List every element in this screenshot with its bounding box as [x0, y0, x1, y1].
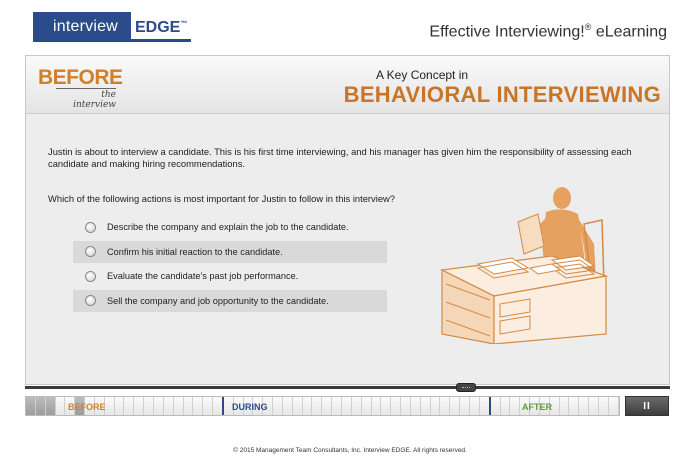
interview-edge-logo: interview EDGE™ [33, 12, 192, 42]
timeline-segment [608, 397, 619, 415]
app-title: Effective Interviewing!® eLearning [429, 22, 667, 41]
timeline-segment [361, 397, 372, 415]
timeline-segment [213, 397, 224, 415]
timeline-segment [144, 397, 154, 415]
answer-option-label: Confirm his initial reaction to the cand… [107, 246, 283, 257]
concept-title: BEHAVIORAL INTERVIEWING [343, 82, 661, 107]
timeline-segment [469, 397, 480, 415]
timeline-segment [134, 397, 145, 415]
timeline-segment [430, 397, 441, 415]
timeline-segment [55, 397, 66, 415]
timeline-segment [500, 397, 511, 415]
answer-option[interactable]: Confirm his initial reaction to the cand… [73, 240, 387, 263]
timeline-segment [479, 397, 491, 415]
progress-scrubber[interactable] [456, 383, 476, 392]
timeline-segment [26, 397, 36, 415]
timeline-segment [342, 397, 352, 415]
timeline-segment [193, 397, 204, 415]
timeline-segment [510, 397, 521, 415]
radio-button[interactable] [85, 295, 96, 306]
answer-option[interactable]: Describe the company and explain the job… [73, 216, 387, 238]
concept-intro: A Key Concept in [376, 68, 469, 82]
timeline-segment [559, 397, 570, 415]
timeline-segment [401, 397, 411, 415]
logo-text-edge: EDGE™ [131, 12, 192, 42]
timeline-segment [598, 397, 609, 415]
section-subtitle: the interview [56, 88, 116, 110]
timeline-segment [351, 397, 362, 415]
answer-option-label: Sell the company and job opportunity to … [107, 295, 329, 306]
before-interview-logo: BEFORE the interview [38, 66, 123, 110]
answer-options: Describe the company and explain the job… [73, 216, 387, 314]
timeline-segment [312, 397, 323, 415]
timeline-segment [163, 397, 174, 415]
timeline-segment [282, 397, 293, 415]
timeline-segment [322, 397, 333, 415]
pause-button[interactable]: II [625, 396, 669, 416]
progress-track[interactable] [25, 386, 670, 389]
timeline-segment [579, 397, 590, 415]
timeline-segment [45, 397, 56, 415]
timeline-segment [292, 397, 303, 415]
timeline-segment [153, 397, 164, 415]
timeline-segment [420, 397, 431, 415]
elearning-player: interview EDGE™ Effective Interviewing!®… [0, 0, 700, 463]
answer-option[interactable]: Sell the company and job opportunity to … [73, 289, 387, 312]
timeline-segment [450, 397, 461, 415]
timeline-segment [391, 397, 402, 415]
timeline-segment [273, 397, 283, 415]
timeline-segment [332, 397, 342, 415]
pause-icon: II [643, 400, 651, 412]
answer-option[interactable]: Evaluate the candidate's past job perfor… [73, 265, 387, 287]
course-timeline[interactable]: BEFORE DURING AFTER [25, 396, 620, 416]
answer-option-label: Evaluate the candidate's past job perfor… [107, 271, 299, 281]
timeline-segment [183, 397, 194, 415]
slide-panel: BEFORE the interview A Key Concept in BE… [25, 55, 670, 385]
scenario-text: Justin is about to interview a candidate… [48, 146, 632, 169]
timeline-segment [173, 397, 184, 415]
timeline-label-before[interactable]: BEFORE [68, 402, 106, 412]
timeline-segment [410, 397, 421, 415]
question-text: Which of the following actions is most i… [48, 193, 396, 204]
timeline-segment [203, 397, 214, 415]
timeline-segment [124, 397, 135, 415]
timeline-segment [35, 397, 46, 415]
copyright-footer: © 2015 Management Team Consultants, Inc.… [233, 447, 467, 454]
timeline-segment [490, 397, 501, 415]
man-at-desk-illustration [439, 187, 609, 344]
logo-text-interview: interview [33, 12, 131, 42]
radio-button[interactable] [85, 270, 96, 282]
timeline-segment [104, 397, 115, 415]
timeline-segment [371, 397, 382, 415]
timeline-segment [569, 397, 580, 415]
timeline-segment [114, 397, 125, 415]
timeline-segment [589, 397, 599, 415]
radio-button[interactable] [85, 246, 96, 257]
answer-option-label: Describe the company and explain the job… [107, 222, 349, 232]
timeline-segment [440, 397, 451, 415]
timeline-label-during[interactable]: DURING [232, 402, 268, 412]
radio-button[interactable] [85, 221, 96, 233]
section-word: BEFORE [38, 66, 123, 89]
timeline-segment [460, 397, 470, 415]
timeline-segment [381, 397, 392, 415]
slide-banner: BEFORE the interview A Key Concept in BE… [26, 56, 669, 114]
timeline-label-after[interactable]: AFTER [522, 402, 552, 412]
timeline-segment [302, 397, 313, 415]
